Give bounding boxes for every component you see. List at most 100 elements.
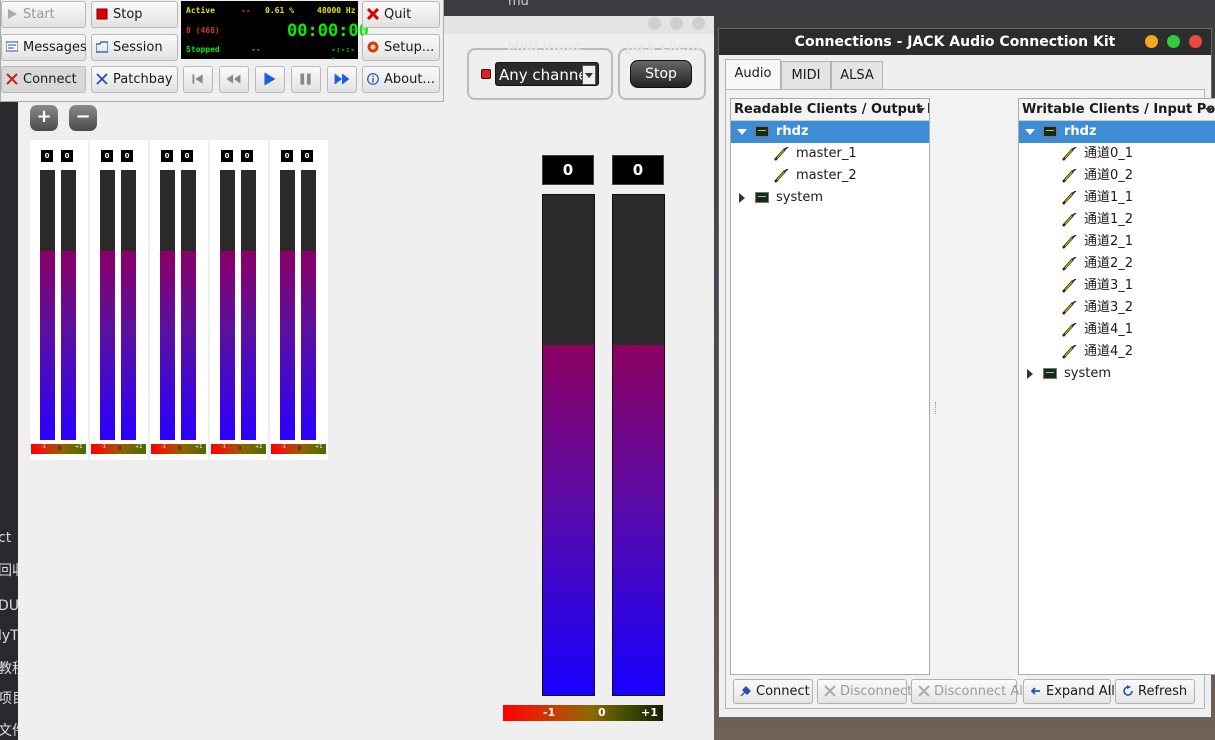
play-icon xyxy=(8,9,17,19)
port-row[interactable]: 通道2_1 xyxy=(1019,231,1215,253)
port-row[interactable]: 通道2_2 xyxy=(1019,253,1215,275)
stop-button[interactable]: Stop xyxy=(91,1,178,28)
tab-audio[interactable]: Audio xyxy=(725,59,781,89)
refresh-icon xyxy=(1123,685,1133,696)
port-name: 通道0_1 xyxy=(1084,146,1134,161)
port-name: 通道1_2 xyxy=(1084,212,1134,227)
channel-strip: 0 0 -1 0 +1 xyxy=(90,140,148,460)
channel-strip: 0 0 -1 0 +1 xyxy=(210,140,268,460)
refresh-label: Refresh xyxy=(1138,684,1188,699)
connect-ports-label: Connect xyxy=(756,684,810,699)
strip-right-value: 0 xyxy=(301,150,313,162)
jack-client-stop-button[interactable]: Stop xyxy=(630,60,692,88)
port-row[interactable]: 通道3_1 xyxy=(1019,275,1215,297)
port-row[interactable]: master_1 xyxy=(731,143,929,165)
strip-scale: -1 0 +1 xyxy=(211,444,266,454)
writable-clients-header[interactable]: Writable Clients / Input Ports xyxy=(1019,99,1215,121)
port-row[interactable]: 通道1_1 xyxy=(1019,187,1215,209)
master-left-meter[interactable] xyxy=(542,194,595,696)
client-row-rhdz[interactable]: rhdz xyxy=(1019,121,1215,143)
expand-all-button[interactable]: Expand All xyxy=(1023,679,1115,704)
mixer-close-button[interactable] xyxy=(692,17,705,30)
disconnect-button[interactable]: Disconnect xyxy=(817,679,912,704)
master-right-value: 0 xyxy=(612,155,664,185)
chevron-right-icon[interactable] xyxy=(1027,369,1033,379)
strip-left-meter[interactable] xyxy=(40,170,55,440)
client-row-rhdz[interactable]: rhdz xyxy=(731,121,929,143)
client-row-system[interactable]: system xyxy=(1019,363,1215,385)
mixer-minimize-button[interactable] xyxy=(648,17,661,30)
dsp-load: 0.61 % xyxy=(265,6,294,15)
strip-left-meter[interactable] xyxy=(280,170,295,440)
port-row[interactable]: 通道4_1 xyxy=(1019,319,1215,341)
messages-button[interactable]: Messages xyxy=(1,34,87,61)
port-row[interactable]: 通道3_2 xyxy=(1019,297,1215,319)
strip-right-meter[interactable] xyxy=(181,170,196,440)
strip-left-meter[interactable] xyxy=(160,170,175,440)
strip-scale: -1 0 +1 xyxy=(91,444,146,454)
pane-splitter[interactable] xyxy=(935,402,938,414)
midi-channel-select[interactable]: Any channel xyxy=(495,62,599,86)
connect-label: Connect xyxy=(23,72,77,87)
strip-scale: -1 0 +1 xyxy=(31,444,86,454)
maximize-button[interactable] xyxy=(1167,35,1180,48)
port-name: 通道0_2 xyxy=(1084,168,1134,183)
readable-clients-header[interactable]: Readable Clients / Output Ports xyxy=(731,99,929,121)
tab-midi[interactable]: MIDI xyxy=(781,61,831,89)
readable-clients-tree[interactable]: Readable Clients / Output Ports rhdz mast… xyxy=(730,98,930,675)
minimize-button[interactable] xyxy=(1145,35,1158,48)
chevron-down-icon[interactable] xyxy=(1025,129,1035,135)
patchbay-button[interactable]: Patchbay xyxy=(91,66,178,93)
play-button[interactable] xyxy=(255,66,285,93)
close-button[interactable] xyxy=(1189,35,1202,48)
refresh-button[interactable]: Refresh xyxy=(1115,679,1195,704)
writable-clients-tree[interactable]: Writable Clients / Input Ports rhdz 通道0_1… xyxy=(1018,98,1215,675)
strip-right-meter[interactable] xyxy=(301,170,316,440)
midi-channel-value: Any channel xyxy=(499,66,592,84)
info-icon xyxy=(367,73,379,85)
strip-scale-min: -1 xyxy=(41,444,46,450)
status-display[interactable]: Active -- 0.61 % 48000 Hz 0 (468) 00:00:… xyxy=(181,1,369,63)
desktop-top-title: md xyxy=(508,0,529,9)
about-button[interactable]: About... xyxy=(362,66,440,93)
connect-ports-button[interactable]: Connect xyxy=(733,679,813,704)
port-name: 通道1_1 xyxy=(1084,190,1134,205)
port-plug-icon xyxy=(1062,191,1077,205)
port-row[interactable]: 通道4_2 xyxy=(1019,341,1215,363)
port-name: 通道2_1 xyxy=(1084,234,1134,249)
forward-button[interactable] xyxy=(327,66,357,93)
port-row[interactable]: 通道0_2 xyxy=(1019,165,1215,187)
master-left-value: 0 xyxy=(542,155,594,185)
tab-alsa[interactable]: ALSA xyxy=(831,61,883,89)
connect-icon xyxy=(6,73,18,85)
rewind-to-start-button[interactable] xyxy=(183,66,213,93)
connect-button[interactable]: Connect xyxy=(1,66,86,93)
strip-left-meter[interactable] xyxy=(220,170,235,440)
port-row[interactable]: 通道0_1 xyxy=(1019,143,1215,165)
quit-button[interactable]: Quit xyxy=(362,1,440,28)
add-strip-button[interactable]: + xyxy=(30,105,58,131)
strip-right-meter[interactable] xyxy=(61,170,76,440)
port-row[interactable]: 通道1_2 xyxy=(1019,209,1215,231)
client-name: system xyxy=(776,190,823,205)
strip-scale-zero: 0 xyxy=(178,446,182,452)
start-button[interactable]: Start xyxy=(1,1,86,28)
master-right-meter[interactable] xyxy=(612,194,665,696)
setup-button[interactable]: Setup... xyxy=(362,34,440,61)
session-button[interactable]: Session xyxy=(91,34,178,61)
strip-left-meter[interactable] xyxy=(100,170,115,440)
disconnect-all-button[interactable]: Disconnect All xyxy=(911,679,1026,704)
strip-scale-zero: 0 xyxy=(118,446,122,452)
strip-right-meter[interactable] xyxy=(121,170,136,440)
remove-strip-button[interactable]: − xyxy=(69,105,97,131)
pause-button[interactable] xyxy=(291,66,321,93)
strip-right-meter[interactable] xyxy=(241,170,256,440)
chevron-down-icon[interactable] xyxy=(737,129,747,135)
client-row-system[interactable]: system xyxy=(731,187,929,209)
chevron-right-icon[interactable] xyxy=(739,193,745,203)
port-row[interactable]: master_2 xyxy=(731,165,929,187)
mixer-maximize-button[interactable] xyxy=(670,17,683,30)
disconnect-label: Disconnect xyxy=(840,684,913,699)
patchbay-label: Patchbay xyxy=(113,72,173,87)
backward-button[interactable] xyxy=(219,66,249,93)
